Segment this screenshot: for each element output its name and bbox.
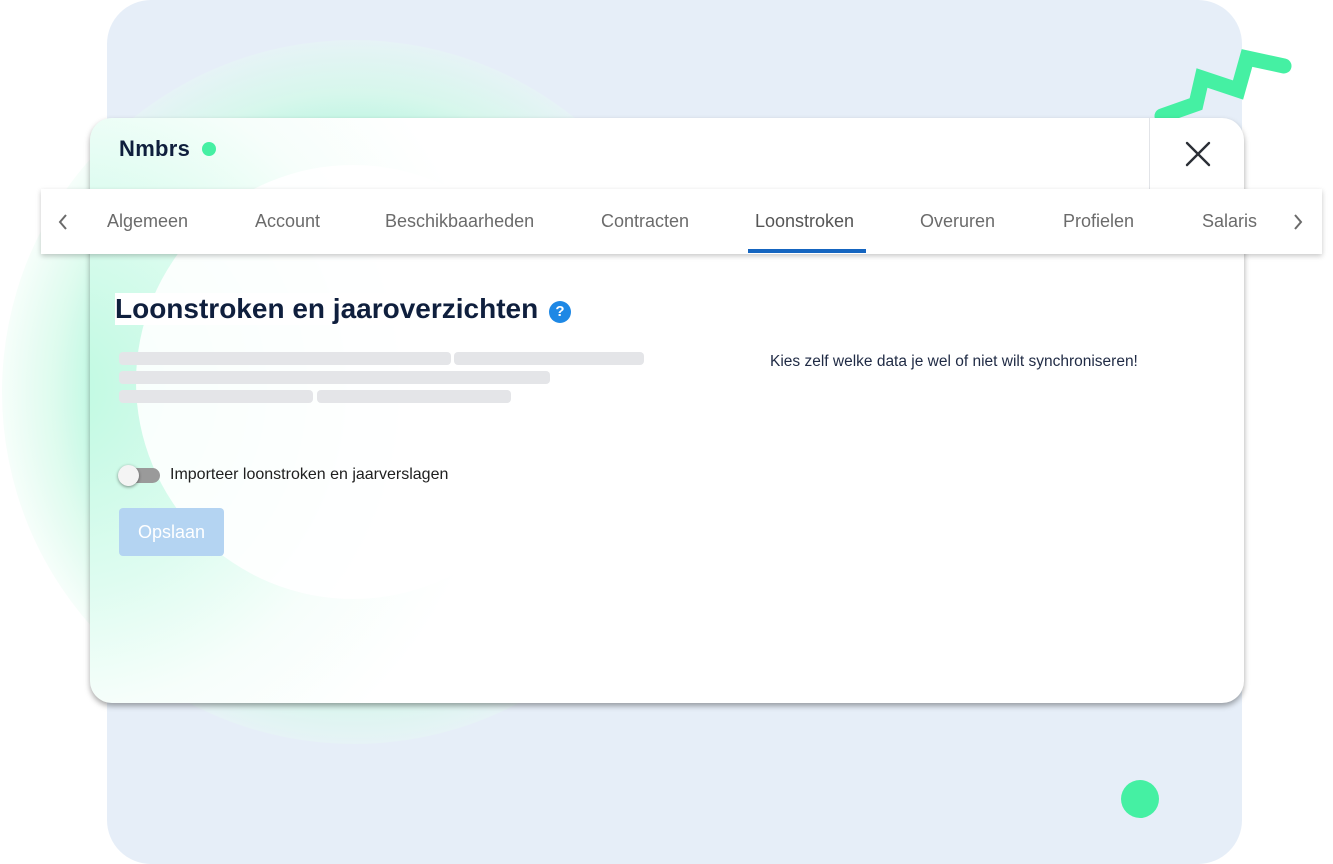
decorative-dot: [1121, 780, 1159, 818]
sync-hint-text: Kies zelf welke data je wel of niet wilt…: [770, 353, 1138, 370]
chevron-left-icon: [58, 213, 67, 230]
tab-contracten[interactable]: Contracten: [601, 189, 689, 254]
page-title: Loonstroken en jaaroverzichten: [115, 293, 543, 325]
tab-salaris[interactable]: Salaris: [1202, 189, 1257, 254]
chevron-right-icon: [1294, 213, 1303, 230]
skeleton-line: [119, 390, 313, 403]
active-tab-indicator: [748, 249, 866, 253]
status-dot-icon: [202, 142, 217, 156]
tab-loonstroken[interactable]: Loonstroken: [755, 189, 854, 254]
tab-overuren[interactable]: Overuren: [920, 189, 995, 254]
import-payslips-toggle[interactable]: [118, 465, 162, 487]
tab-beschikbaarheden[interactable]: Beschikbaarheden: [385, 189, 534, 254]
skeleton-line: [119, 371, 550, 384]
tab-bar: Algemeen Account Beschikbaarheden Contra…: [41, 189, 1322, 254]
question-mark-icon[interactable]: ?: [549, 301, 571, 323]
tabs-next-button[interactable]: [1278, 189, 1318, 254]
import-payslips-label: Importeer loonstroken en jaarverslagen: [170, 466, 449, 483]
skeleton-line: [454, 352, 644, 365]
tabs-prev-button[interactable]: [43, 189, 83, 254]
close-icon: [1185, 141, 1210, 166]
decorative-zigzag: [1154, 49, 1292, 124]
tab-profielen[interactable]: Profielen: [1063, 189, 1134, 254]
app-name: Nmbrs: [119, 136, 191, 161]
app-header: Nmbrs: [119, 136, 217, 162]
save-button[interactable]: Opslaan: [119, 508, 224, 556]
tab-account[interactable]: Account: [255, 189, 320, 254]
close-button[interactable]: [1149, 118, 1245, 189]
tab-algemeen[interactable]: Algemeen: [107, 189, 188, 254]
skeleton-line: [119, 352, 451, 365]
toggle-knob: [118, 465, 139, 486]
skeleton-line: [317, 390, 511, 403]
